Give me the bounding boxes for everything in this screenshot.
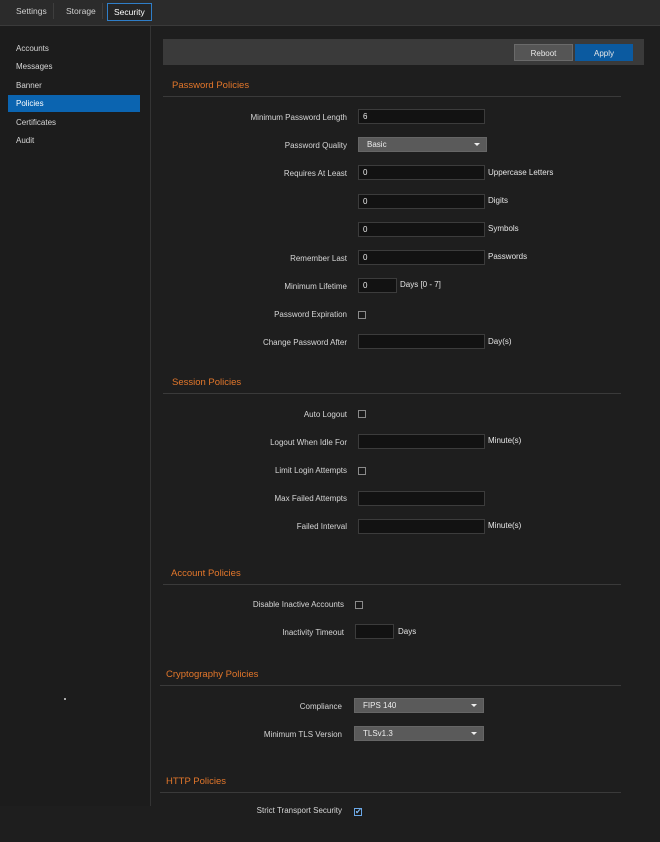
account-policies-title: Account Policies — [171, 568, 241, 579]
limit-checkbox[interactable] — [358, 467, 366, 475]
section-divider — [163, 393, 621, 394]
hsts-checkbox[interactable]: ✔ — [354, 808, 362, 816]
section-divider — [160, 792, 621, 793]
tls-value: TLSv1.3 — [363, 729, 393, 738]
min-lifetime-input[interactable]: 0 — [358, 278, 397, 293]
section-divider — [163, 96, 621, 97]
password-policies-title: Password Policies — [172, 80, 250, 91]
http-policies-title: HTTP Policies — [166, 776, 227, 787]
quality-select[interactable]: Basic — [358, 137, 487, 152]
sidebar-item-policies[interactable]: Policies — [8, 95, 140, 112]
digits-input[interactable]: 0 — [358, 194, 485, 209]
hsts-label: Strict Transport Security — [256, 806, 342, 815]
sidebar-item-messages[interactable]: Messages — [8, 58, 140, 75]
auto-logout-checkbox[interactable] — [358, 410, 366, 418]
change-after-input[interactable] — [358, 334, 485, 349]
disable-checkbox[interactable] — [355, 601, 363, 609]
quality-value: Basic — [367, 140, 387, 149]
stray-dot — [64, 698, 66, 700]
max-failed-label: Max Failed Attempts — [274, 494, 347, 503]
digits-suffix: Digits — [488, 196, 509, 205]
sidebar: Accounts Messages Banner Policies Certif… — [0, 26, 151, 806]
min-length-label: Minimum Password Length — [250, 113, 347, 122]
failed-interval-input[interactable] — [358, 519, 485, 534]
change-after-label: Change Password After — [262, 338, 347, 347]
uppercase-suffix: Uppercase Letters — [488, 168, 554, 177]
symbols-input[interactable]: 0 — [358, 222, 485, 237]
min-length-input[interactable]: 6 — [358, 109, 485, 124]
compliance-select[interactable]: FIPS 140 — [354, 698, 484, 713]
remember-input[interactable]: 0 — [358, 250, 485, 265]
crypto-policies-title: Cryptography Policies — [166, 669, 259, 680]
timeout-suffix: Days — [398, 627, 417, 636]
section-divider — [160, 685, 621, 686]
idle-suffix: Minute(s) — [488, 436, 522, 445]
session-policies-title: Session Policies — [172, 377, 242, 388]
expiration-checkbox[interactable] — [358, 311, 366, 319]
min-lifetime-label: Minimum Lifetime — [284, 282, 347, 291]
caret-down-icon — [471, 704, 477, 707]
idle-label: Logout When Idle For — [270, 438, 347, 447]
quality-label: Password Quality — [284, 141, 347, 150]
timeout-input[interactable] — [355, 624, 394, 639]
sidebar-item-accounts[interactable]: Accounts — [8, 40, 140, 57]
tab-settings[interactable]: Settings — [10, 3, 54, 19]
expiration-label: Password Expiration — [274, 310, 347, 319]
apply-button[interactable]: Apply — [575, 44, 633, 61]
min-lifetime-suffix: Days [0 - 7] — [400, 280, 441, 289]
sidebar-item-certificates[interactable]: Certificates — [8, 114, 140, 131]
sidebar-item-banner[interactable]: Banner — [8, 77, 140, 94]
remember-suffix: Passwords — [488, 252, 528, 261]
tls-label: Minimum TLS Version — [263, 730, 342, 739]
sidebar-item-audit[interactable]: Audit — [8, 132, 140, 149]
uppercase-input[interactable]: 0 — [358, 165, 485, 180]
checkmark-icon: ✔ — [355, 807, 362, 816]
limit-label: Limit Login Attempts — [274, 466, 347, 475]
requires-label: Requires At Least — [283, 169, 347, 178]
tls-select[interactable]: TLSv1.3 — [354, 726, 484, 741]
caret-down-icon — [471, 732, 477, 735]
top-tab-bar: Settings Storage Security — [0, 0, 660, 26]
toolbar: Reboot Apply — [163, 39, 644, 65]
max-failed-input[interactable] — [358, 491, 485, 506]
auto-logout-label: Auto Logout — [303, 410, 347, 419]
failed-interval-label: Failed Interval — [296, 522, 347, 531]
change-after-suffix: Day(s) — [488, 337, 512, 346]
failed-interval-suffix: Minute(s) — [488, 521, 522, 530]
compliance-value: FIPS 140 — [363, 701, 397, 710]
timeout-label: Inactivity Timeout — [282, 628, 344, 637]
section-divider — [163, 584, 621, 585]
reboot-button[interactable]: Reboot — [514, 44, 573, 61]
compliance-label: Compliance — [299, 702, 342, 711]
tab-security[interactable]: Security — [107, 3, 152, 21]
caret-down-icon — [474, 143, 480, 146]
idle-input[interactable] — [358, 434, 485, 449]
symbols-suffix: Symbols — [488, 224, 519, 233]
tab-storage[interactable]: Storage — [60, 3, 103, 19]
remember-label: Remember Last — [290, 254, 347, 263]
disable-label: Disable Inactive Accounts — [252, 600, 344, 609]
